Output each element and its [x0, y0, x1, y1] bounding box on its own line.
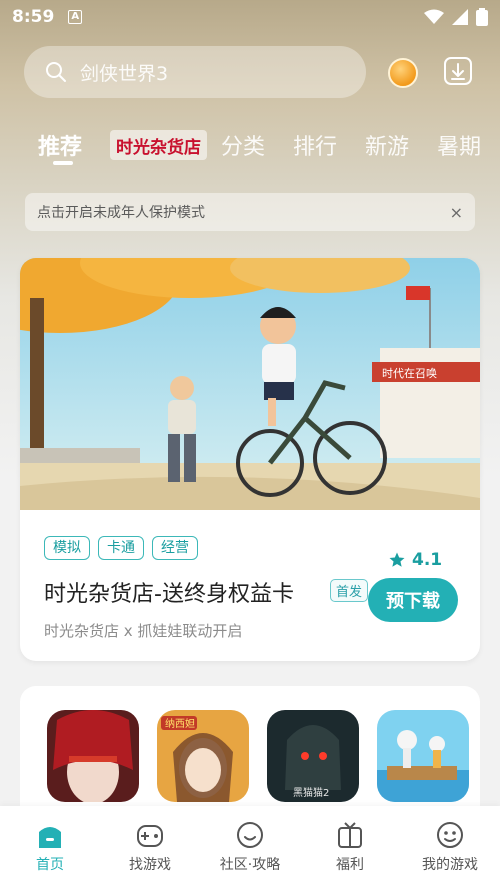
rating: 4.1 [388, 550, 442, 570]
my-games-icon [437, 822, 463, 848]
signal-icon [452, 9, 468, 25]
game-icon-red-veil[interactable] [47, 710, 139, 802]
rating-value: 4.1 [412, 550, 443, 570]
home-icon [39, 827, 61, 848]
tab-indicator [53, 161, 73, 165]
coin-icon[interactable] [388, 58, 418, 88]
tag-cartoon[interactable]: 卡通 [98, 536, 144, 560]
nav-label: 福利 [336, 857, 364, 873]
search-input[interactable]: 剑侠世界3 [24, 46, 366, 98]
tag-list: 模拟 卡通 经营 [44, 536, 198, 560]
first-release-badge: 首发 [330, 579, 369, 602]
download-icon[interactable] [443, 56, 473, 86]
tag-management[interactable]: 经营 [152, 536, 198, 560]
nav-community[interactable]: 社区·攻略 [205, 820, 295, 874]
gamepad-icon [137, 825, 163, 847]
game-icon-anime-girl[interactable]: 纳西妲 [157, 710, 249, 802]
tab-grocery-store[interactable]: 时光杂货店 [110, 130, 208, 160]
status-bar: 8:59 A [0, 0, 500, 34]
nav-find-games[interactable]: 找游戏 [105, 820, 195, 874]
tab-summer[interactable]: 暑期 [437, 129, 481, 161]
tab-category[interactable]: 分类 [221, 129, 265, 161]
close-icon[interactable]: × [450, 203, 463, 222]
wifi-icon [424, 9, 444, 24]
tab-recommend[interactable]: 推荐 [38, 129, 82, 161]
nav-label: 社区·攻略 [219, 857, 281, 873]
game-title[interactable]: 时光杂货店-送终身权益卡 [44, 576, 294, 608]
game-icon-caption: 纳西妲 [165, 717, 195, 730]
notice-text: 点击开启未成年人保护模式 [37, 205, 205, 221]
nav-welfare[interactable]: 福利 [305, 820, 395, 874]
battery-icon [476, 8, 488, 26]
search-placeholder: 剑侠世界3 [80, 62, 169, 85]
search-icon [46, 62, 66, 82]
tab-new-games[interactable]: 新游 [365, 129, 409, 161]
category-tabs: 推荐 时光杂货店 分类 排行 新游 暑期 [38, 120, 500, 170]
bottom-navigation: 首页 找游戏 社区·攻略 福利 我的游戏 [0, 806, 500, 888]
games-row-card: 纳西妲 黑猫猫2 [20, 686, 480, 826]
nav-label: 首页 [36, 857, 64, 873]
tag-simulation[interactable]: 模拟 [44, 536, 90, 560]
gift-icon [338, 822, 362, 848]
game-icon-horror[interactable]: 黑猫猫2 [267, 710, 359, 802]
nav-home[interactable]: 首页 [5, 820, 95, 874]
nav-my-games[interactable]: 我的游戏 [405, 820, 495, 874]
game-icon-caption: 黑猫猫2 [293, 786, 329, 799]
status-icons [424, 8, 488, 26]
notification-icon: A [68, 10, 83, 24]
minor-protection-notice[interactable]: 点击开启未成年人保护模式 × [25, 193, 475, 231]
game-icon-raft[interactable] [377, 710, 469, 802]
status-time: 8:59 [12, 7, 55, 27]
banner-sign: 时代在召唤 [382, 366, 437, 380]
tab-ranking[interactable]: 排行 [293, 129, 337, 161]
star-icon [389, 552, 405, 567]
nav-label: 我的游戏 [422, 857, 478, 873]
pre-download-button[interactable]: 预下载 [368, 578, 458, 622]
game-subtitle: 时光杂货店 x 抓娃娃联动开启 [44, 622, 243, 640]
featured-banner-image: 时代在召唤 [20, 258, 480, 510]
nav-label: 找游戏 [129, 857, 171, 873]
community-icon [237, 822, 263, 848]
